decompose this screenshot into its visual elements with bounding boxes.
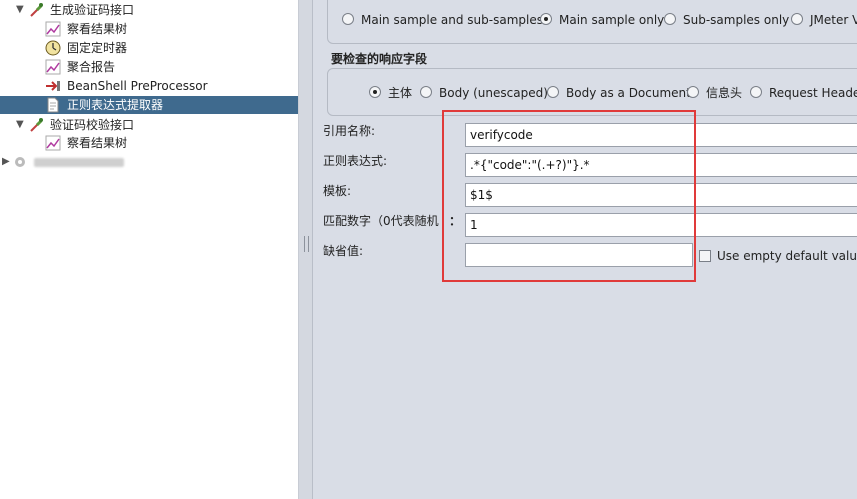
radio-indicator (687, 86, 699, 98)
radio-indicator (791, 13, 803, 25)
tree-node-label: 聚合报告 (67, 60, 116, 74)
radio-label: Main sample only (559, 13, 665, 27)
tree-node-label: BeanShell PreProcessor (67, 79, 208, 93)
radio-indicator (750, 86, 762, 98)
checkbox-indicator[interactable] (699, 250, 711, 262)
tree-node-label: 验证码校验接口 (50, 118, 135, 132)
tree-node-label: 生成验证码接口 (50, 3, 135, 17)
chart-icon (45, 21, 61, 37)
drag-handle-icon[interactable] (304, 236, 309, 252)
radio-label: Main sample and sub-samples (361, 13, 543, 27)
split-pane-divider[interactable] (299, 0, 313, 499)
expand-toggle-icon[interactable]: ▼ (16, 1, 28, 19)
radio-label: Sub-samples only (683, 13, 790, 27)
match-no-colon: ： (449, 214, 462, 228)
tree-node-label: 正则表达式提取器 (67, 98, 164, 112)
tree-node-view-results-tree-2[interactable]: 察看结果树 (0, 134, 298, 152)
test-plan-tree: ▼ 生成验证码接口 察看结果树 固定定时器 聚合报告 BeanShell Pre… (0, 0, 299, 499)
field-to-check-title: 要检查的响应字段 (331, 52, 428, 66)
radio-label: 信息头 (706, 86, 743, 100)
tree-node-regex-extractor[interactable]: 正则表达式提取器 (0, 96, 298, 114)
tree-node-label: 察看结果树 (67, 22, 128, 36)
tree-node-redacted[interactable]: ▶ (0, 153, 298, 171)
radio-indicator (540, 13, 552, 25)
timer-icon (45, 40, 61, 56)
preprocessor-arrow-icon (45, 78, 61, 94)
radio-indicator (369, 86, 381, 98)
radio-label: Body (unescaped) (439, 86, 548, 100)
tree-node-generate-captcha[interactable]: ▼ 生成验证码接口 (0, 1, 298, 19)
tree-node-label: 固定定时器 (67, 41, 128, 55)
redacted-label (34, 158, 124, 167)
tree-node-view-results-tree[interactable]: 察看结果树 (0, 20, 298, 38)
tree-node-verify-captcha[interactable]: ▼ 验证码校验接口 (0, 116, 298, 134)
use-empty-default-label: Use empty default value (717, 249, 857, 263)
match-no-label: 匹配数字（0代表随机 (323, 214, 439, 228)
radio-indicator (664, 13, 676, 25)
regex-input[interactable] (465, 153, 857, 177)
dropper-icon (28, 117, 44, 133)
chart-icon (45, 135, 61, 151)
radio-label: Body as a Document (566, 86, 691, 100)
regex-label: 正则表达式: (323, 154, 388, 168)
default-value-input[interactable] (465, 243, 693, 267)
reference-name-label: 引用名称: (323, 124, 376, 138)
gear-icon (12, 154, 28, 170)
tree-node-label: 察看结果树 (67, 136, 128, 150)
radio-label: JMeter Va (810, 13, 857, 27)
apply-to-group: Main sample and sub-samples Main sample … (327, 0, 857, 44)
document-icon (45, 97, 61, 113)
field-to-check-group: 主体 Body (unescaped) Body as a Document 信… (327, 68, 857, 116)
tree-node-beanshell-preprocessor[interactable]: BeanShell PreProcessor (0, 77, 298, 95)
radio-indicator (420, 86, 432, 98)
template-input[interactable] (465, 183, 857, 207)
template-label: 模板: (323, 184, 352, 198)
expand-toggle-icon[interactable]: ▼ (16, 116, 28, 134)
dropper-icon (28, 2, 44, 18)
regex-extractor-panel: Main sample and sub-samples Main sample … (313, 0, 857, 499)
tree-node-aggregate-report[interactable]: 聚合报告 (0, 58, 298, 76)
default-value-label: 缺省值: (323, 244, 364, 258)
radio-label: 主体 (388, 86, 413, 100)
match-no-input[interactable] (465, 213, 857, 237)
reference-name-input[interactable] (465, 123, 857, 147)
radio-label: Request Heade (769, 86, 857, 100)
tree-node-constant-timer[interactable]: 固定定时器 (0, 39, 298, 57)
chart-icon (45, 59, 61, 75)
radio-indicator (547, 86, 559, 98)
radio-indicator (342, 13, 354, 25)
